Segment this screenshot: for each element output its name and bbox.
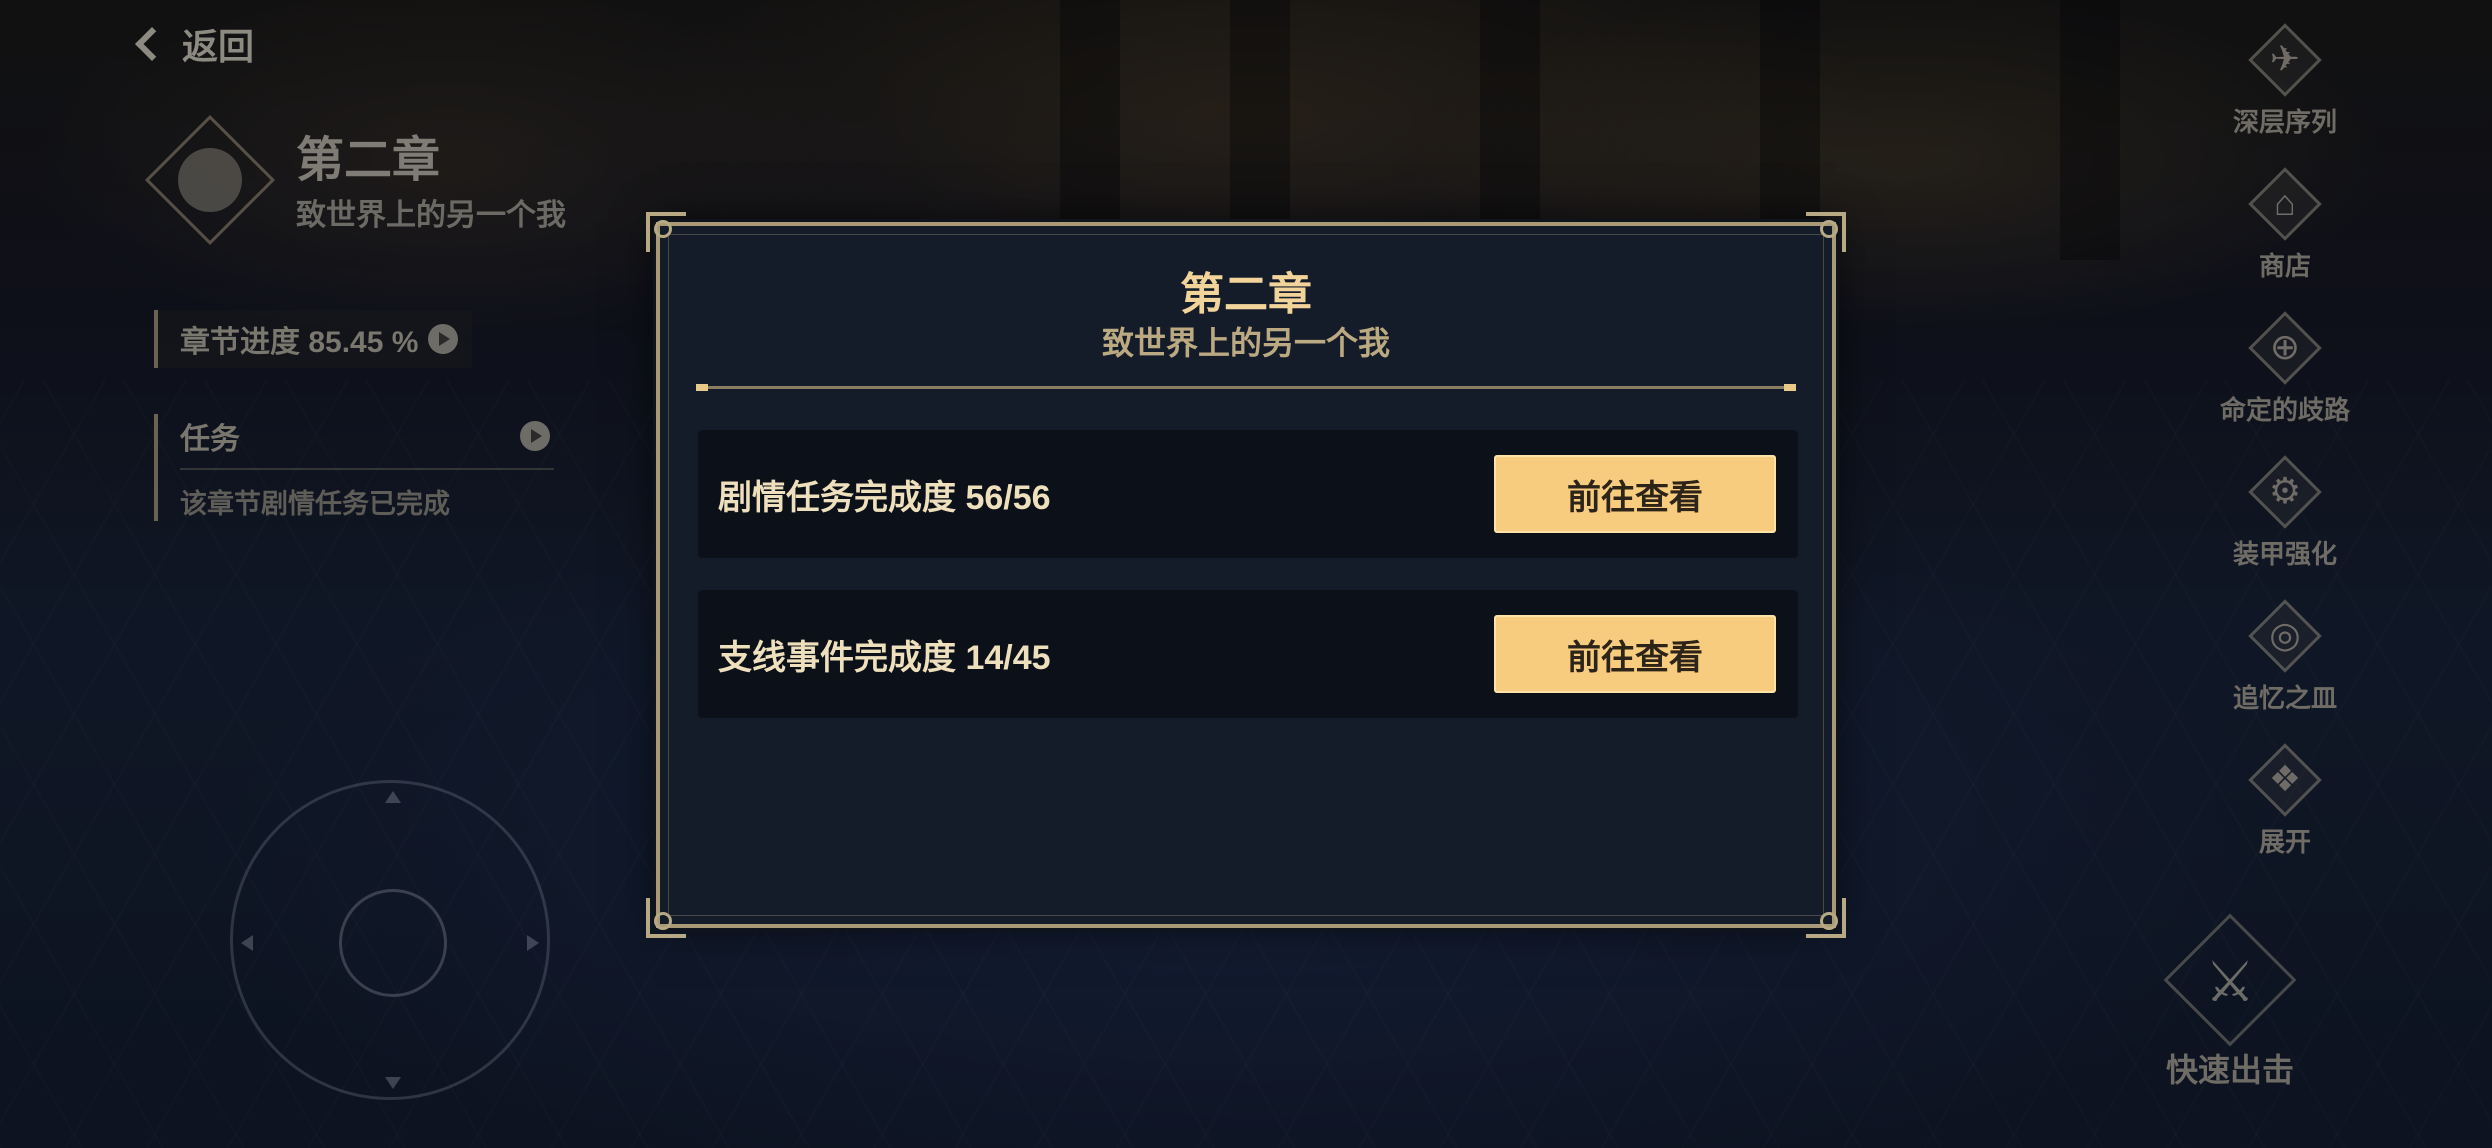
chapter-progress-label: 章节进度 85.45 % <box>180 326 419 359</box>
shop-icon: ⌂ <box>2245 164 2325 244</box>
task-panel[interactable]: 任务 该章节剧情任务已完成 <box>154 414 554 521</box>
ornament-corner <box>646 898 686 938</box>
menu-item-memory-vessel[interactable]: ◎ 追忆之皿 <box>2210 596 2360 726</box>
ornament-corner <box>1806 212 1846 252</box>
task-description: 该章节剧情任务已完成 <box>180 489 450 519</box>
arrow-left-icon <box>241 935 253 951</box>
chapter-progress[interactable]: 章节进度 85.45 % <box>154 310 473 368</box>
dialog-divider <box>696 384 1796 391</box>
arrow-up-icon <box>385 791 401 803</box>
ornament-corner <box>646 212 686 252</box>
story-mission-progress: 剧情任务完成度 56/56 <box>718 478 1051 517</box>
menu-item-shop[interactable]: ⌂ 商店 <box>2210 164 2360 294</box>
quick-strike-icon: ⚔ <box>2155 905 2305 1055</box>
side-event-progress: 支线事件完成度 14/45 <box>718 638 1051 677</box>
back-button[interactable]: 返回 <box>135 18 255 70</box>
menu-item-label: 深层序列 <box>2232 107 2337 137</box>
side-event-row: 支线事件完成度 14/45 前往查看 <box>698 590 1798 718</box>
chevron-left-icon <box>135 27 169 61</box>
menu-item-label: 命定的歧路 <box>2219 395 2350 425</box>
chapter-subtitle: 致世界上的另一个我 <box>296 199 566 232</box>
task-title: 任务 <box>180 423 240 456</box>
chapter-completion-dialog: 第二章 致世界上的另一个我 剧情任务完成度 56/56 前往查看 支线事件完成度… <box>646 212 1846 938</box>
chapter-title: 第二章 <box>296 134 441 187</box>
arrow-down-icon <box>385 1077 401 1089</box>
menu-item-label: 追忆之皿 <box>2232 683 2337 713</box>
menu-item-label: 装甲强化 <box>2232 539 2337 569</box>
back-label: 返回 <box>182 26 255 67</box>
play-icon <box>428 324 459 354</box>
view-story-missions-button[interactable]: 前往查看 <box>1494 455 1776 533</box>
menu-item-fated-path[interactable]: ⊕ 命定的歧路 <box>2210 308 2360 438</box>
dialog-subtitle: 致世界上的另一个我 <box>1101 325 1390 361</box>
joystick-knob[interactable] <box>339 889 447 997</box>
menu-item-expand[interactable]: ❖ 展开 <box>2210 740 2360 870</box>
quick-strike-button[interactable]: ⚔ 快速出击 <box>2120 905 2340 1115</box>
deep-sequence-icon: ✈ <box>2245 20 2325 100</box>
view-side-events-button[interactable]: 前往查看 <box>1494 615 1776 693</box>
expand-icon: ❖ <box>2245 740 2325 820</box>
menu-item-label: 商店 <box>2258 251 2311 281</box>
armor-upgrade-icon: ⚙ <box>2245 452 2325 532</box>
arrow-right-icon <box>527 935 539 951</box>
menu-item-armor-upgrade[interactable]: ⚙ 装甲强化 <box>2210 452 2360 582</box>
fated-path-icon: ⊕ <box>2245 308 2325 388</box>
dialog-title: 第二章 <box>1180 270 1312 319</box>
play-icon <box>520 421 550 451</box>
menu-item-label: 展开 <box>2258 827 2311 857</box>
menu-item-deep-sequence[interactable]: ✈ 深层序列 <box>2210 20 2360 150</box>
memory-vessel-icon: ◎ <box>2245 596 2325 676</box>
chapter-emblem-icon <box>140 110 280 250</box>
story-mission-row: 剧情任务完成度 56/56 前往查看 <box>698 430 1798 558</box>
ornament-corner <box>1806 898 1846 938</box>
virtual-joystick[interactable] <box>230 780 550 1100</box>
